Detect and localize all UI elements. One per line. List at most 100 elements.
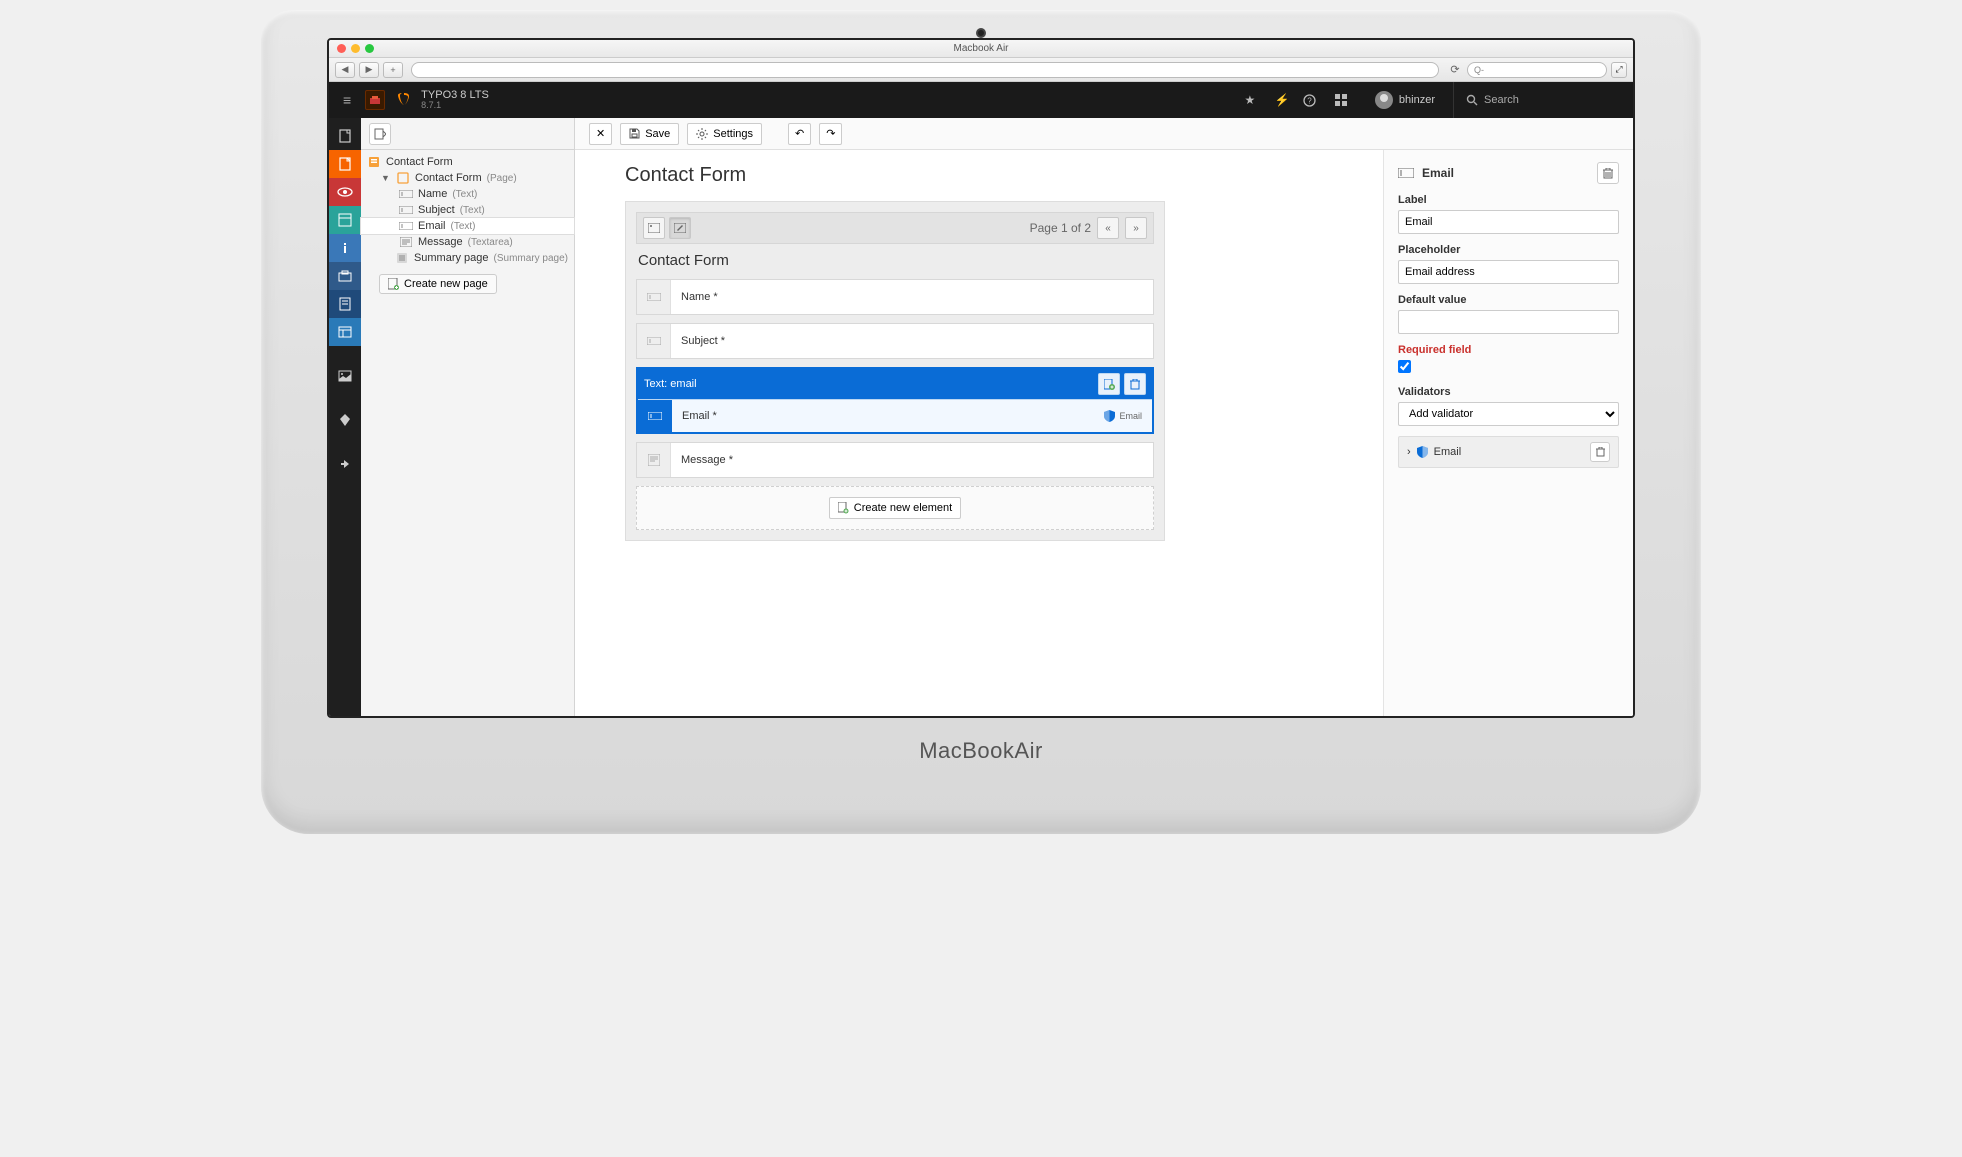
nav-back-button[interactable]: ◀ (335, 62, 355, 78)
laptop-brand-label: MacBookAir (327, 738, 1635, 764)
default-value-label: Default value (1398, 294, 1619, 306)
placeholder-input[interactable] (1398, 260, 1619, 284)
window-title: Macbook Air (953, 43, 1008, 54)
module-rail (329, 118, 361, 716)
module-about-icon[interactable] (329, 406, 361, 434)
create-new-page-button[interactable]: Create new page (379, 274, 497, 294)
collapse-icon[interactable]: ▼ (381, 173, 391, 183)
zoom-window-icon[interactable] (365, 44, 374, 53)
summary-icon (396, 252, 409, 264)
textarea-handle-icon[interactable] (637, 443, 671, 477)
field-name[interactable]: Name * (636, 279, 1154, 315)
menu-toggle-icon[interactable]: ≡ (339, 92, 355, 108)
label-input[interactable] (1398, 210, 1619, 234)
app-search[interactable]: Search (1453, 82, 1623, 118)
trash-icon (1603, 168, 1613, 179)
module-view-icon[interactable] (329, 178, 361, 206)
validator-delete-button[interactable] (1590, 442, 1610, 462)
trash-icon (1130, 379, 1140, 390)
required-field-checkbox[interactable] (1398, 360, 1411, 373)
view-mode-preview-button[interactable] (643, 217, 665, 239)
drag-handle-icon[interactable] (637, 280, 671, 314)
dropzone[interactable]: Create new element (636, 486, 1154, 530)
tree-page[interactable]: ▼ Contact Form (Page) (361, 170, 574, 186)
undo-button[interactable]: ↶ (788, 123, 811, 145)
tree-item-subject[interactable]: Subject (Text) (361, 202, 574, 218)
module-template-icon[interactable] (329, 206, 361, 234)
create-new-element-button[interactable]: Create new element (829, 497, 961, 519)
minimize-window-icon[interactable] (351, 44, 360, 53)
module-func-icon[interactable] (329, 262, 361, 290)
close-button[interactable]: ✕ (589, 123, 612, 145)
drag-handle-icon[interactable] (637, 324, 671, 358)
tree-expand-button[interactable] (369, 123, 391, 145)
inspector-title: Email (1422, 166, 1454, 180)
validator-item[interactable]: › Email (1398, 436, 1619, 468)
add-icon (838, 502, 849, 514)
delete-element-button[interactable] (1124, 373, 1146, 395)
module-filelist-icon[interactable] (329, 362, 361, 390)
field-subject[interactable]: Subject * (636, 323, 1154, 359)
module-info-icon[interactable] (329, 234, 361, 262)
tree-item-message[interactable]: Message (Textarea) (361, 234, 574, 250)
module-layout-icon[interactable] (329, 318, 361, 346)
module-list-icon[interactable] (329, 150, 361, 178)
browser-search-input[interactable]: Q- (1467, 62, 1607, 78)
add-element-button[interactable] (1098, 373, 1120, 395)
form-stage: Page 1 of 2 « » Contact Form Name * (625, 201, 1165, 541)
field-type-label: Text: email (644, 378, 697, 390)
browser-toolbar: ◀ ▶ + ⟳ Q- ⤢ (329, 58, 1633, 82)
username-label: bhinzer (1399, 94, 1435, 106)
form-icon (367, 156, 381, 168)
user-menu[interactable]: bhinzer (1367, 91, 1443, 109)
field-message[interactable]: Message * (636, 442, 1154, 478)
tree-summary-page[interactable]: Summary page (Summary page) (361, 250, 574, 266)
brand-label: TYPO3 8 LTS 8.7.1 (421, 89, 489, 111)
view-mode-edit-button[interactable] (669, 217, 691, 239)
add-validator-select[interactable]: Add validator (1398, 402, 1619, 426)
search-icon (1466, 94, 1478, 106)
field-email-selected[interactable]: Text: email Email * (636, 367, 1154, 434)
default-value-input[interactable] (1398, 310, 1619, 334)
close-window-icon[interactable] (337, 44, 346, 53)
gear-icon (696, 128, 708, 140)
pager-prev-button[interactable]: « (1097, 217, 1119, 239)
shield-icon (1417, 446, 1428, 458)
nav-forward-button[interactable]: ▶ (359, 62, 379, 78)
tree-item-name[interactable]: Name (Text) (361, 186, 574, 202)
pager-next-button[interactable]: » (1125, 217, 1147, 239)
editor-toolbar: ✕ Save Settings ↶ ↷ (575, 118, 1633, 150)
chevron-right-icon: › (1407, 446, 1411, 458)
svg-text:?: ? (1307, 96, 1312, 105)
settings-button[interactable]: Settings (687, 123, 762, 145)
new-tab-button[interactable]: + (383, 62, 403, 78)
page-title: Contact Form (625, 164, 1333, 187)
text-field-icon (1398, 168, 1414, 178)
url-input[interactable] (411, 62, 1439, 78)
cache-toolbar-icon[interactable] (365, 90, 385, 110)
save-icon (629, 128, 640, 139)
save-button[interactable]: Save (620, 123, 679, 145)
pager-label: Page 1 of 2 (1030, 221, 1091, 235)
reload-icon[interactable]: ⟳ (1447, 63, 1463, 76)
shield-icon (1104, 410, 1115, 422)
tree-root[interactable]: Contact Form (361, 154, 574, 170)
laptop-camera (976, 28, 986, 38)
drag-handle-icon[interactable] (638, 400, 672, 432)
module-page-icon[interactable] (329, 122, 361, 150)
help-icon[interactable]: ? (1303, 94, 1325, 107)
text-field-icon (399, 220, 413, 232)
tree-item-email[interactable]: Email (Text) (361, 218, 574, 234)
required-field-label: Required field (1398, 344, 1619, 356)
close-icon: ✕ (596, 127, 605, 140)
inspector-delete-button[interactable] (1597, 162, 1619, 184)
form-tree-panel: Contact Form ▼ Contact Form (Page) Name … (361, 118, 575, 716)
bookmark-icon[interactable]: ★ (1239, 93, 1261, 107)
fullscreen-icon[interactable]: ⤢ (1611, 62, 1627, 78)
application-icon[interactable] (1335, 94, 1357, 106)
module-extension-icon[interactable] (329, 450, 361, 478)
page-icon (396, 172, 410, 184)
redo-button[interactable]: ↷ (819, 123, 842, 145)
bolt-icon[interactable]: ⚡ (1271, 93, 1293, 107)
module-forms-icon[interactable] (329, 290, 361, 318)
